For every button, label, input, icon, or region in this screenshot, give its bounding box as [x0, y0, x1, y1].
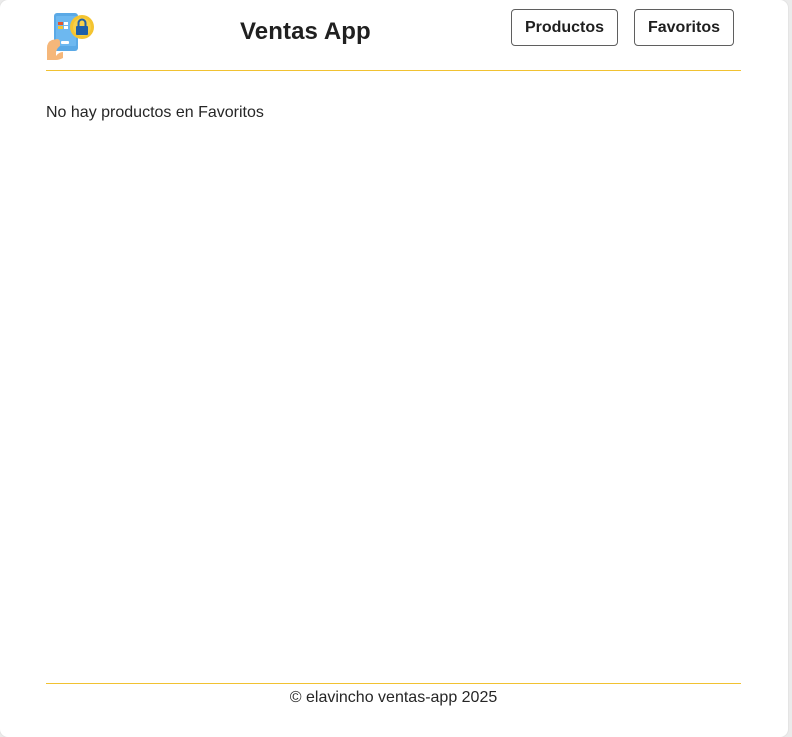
empty-favorites-message: No hay productos en Favoritos: [46, 104, 264, 121]
footer-text: elavincho ventas-app 2025: [306, 689, 498, 706]
app-header: Ventas App Productos Favoritos: [46, 0, 741, 71]
app-footer: © elavincho ventas-app 2025: [46, 683, 741, 707]
productos-button[interactable]: Productos: [511, 9, 618, 46]
app-window: Ventas App Productos Favoritos No hay pr…: [0, 0, 788, 737]
favoritos-button[interactable]: Favoritos: [634, 9, 734, 46]
app-title: Ventas App: [240, 18, 371, 45]
shopping-phone-logo-icon[interactable]: [47, 12, 97, 62]
copyright-symbol: ©: [289, 689, 302, 706]
